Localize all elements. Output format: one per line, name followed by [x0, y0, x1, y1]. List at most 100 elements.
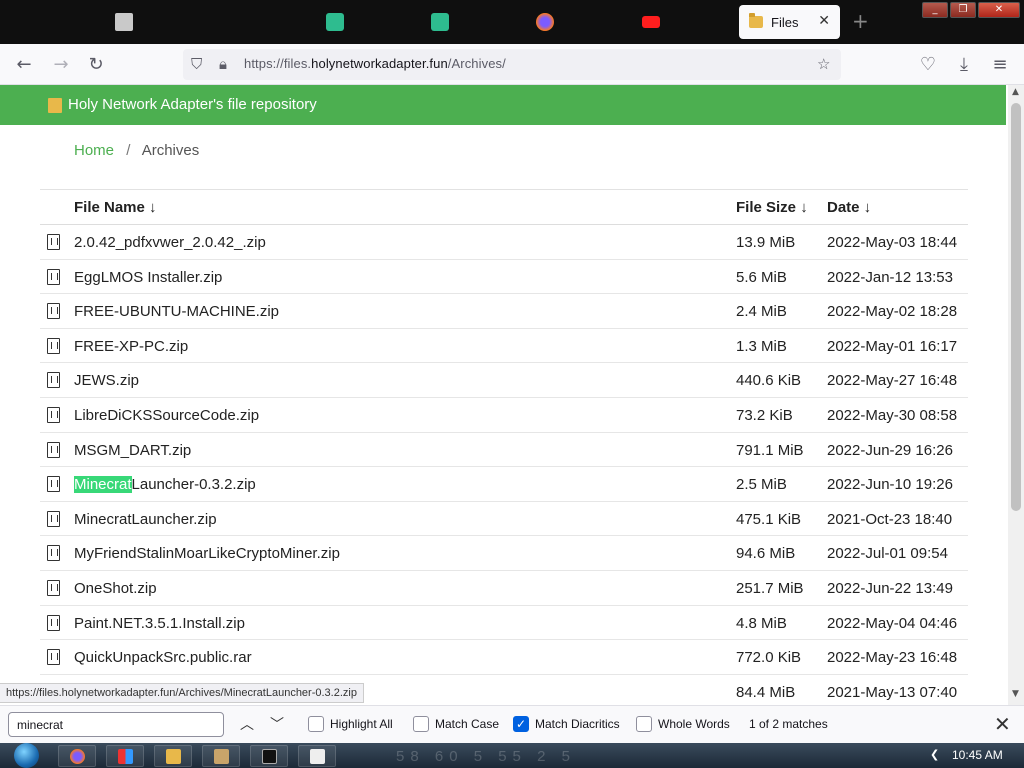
scroll-up-arrow[interactable]: ▲ [1012, 87, 1019, 97]
tray-expand-icon[interactable]: ❮ [930, 748, 939, 761]
file-icon [47, 406, 60, 423]
file-name-link[interactable]: QuickUnpackSrc.public.rar [74, 649, 252, 666]
file-name-link[interactable]: Paint.NET.3.5.1.Install.zip [74, 615, 245, 632]
column-file-name[interactable]: File Name ↓ [74, 199, 157, 216]
lock-icon[interactable]: 🔒︎ [219, 55, 227, 73]
match-case-label[interactable]: Match Case [435, 717, 499, 731]
maximize-button[interactable]: ❐ [950, 2, 976, 18]
close-icon[interactable]: ✕ [994, 712, 1011, 736]
file-date: 2022-May-27 16:48 [827, 372, 958, 390]
page-scrollbar[interactable]: ▲ ▼ [1008, 85, 1024, 705]
file-size: 791.1 MiB [736, 441, 804, 459]
breadcrumb-home-link[interactable]: Home [74, 142, 114, 159]
taskbar-explorer[interactable] [154, 745, 192, 767]
table-row[interactable]: MyFriendStalinMoarLikeCryptoMiner.zip 94.… [40, 536, 968, 571]
taskbar-cmd[interactable] [250, 745, 288, 767]
taskbar-security[interactable] [106, 745, 144, 767]
shield-icon[interactable]: ⛉ [191, 55, 202, 73]
url-bar[interactable]: ⛉ 🔒︎ https://files.holynetworkadapter.fu… [183, 49, 841, 80]
file-name-link[interactable]: EggLMOS Installer.zip [74, 269, 222, 286]
file-name-link[interactable]: OneShot.zip [74, 580, 157, 597]
file-name-link[interactable]: JEWS.zip [74, 372, 139, 389]
pocket-icon[interactable]: ♡ [917, 54, 939, 76]
file-name-link[interactable]: 2.0.42_pdfxvwer_2.0.42_.zip [74, 234, 266, 251]
scroll-thumb[interactable] [1011, 103, 1021, 511]
file-name-link[interactable]: MinecratLauncher.zip [74, 511, 217, 528]
table-row[interactable]: MSGM_DART.zip 791.1 MiB 2022-Jun-29 16:26 [40, 433, 968, 468]
file-name-link[interactable]: MinecratLauncher-0.3.2.zip [74, 476, 256, 494]
taskbar-archive[interactable] [202, 745, 240, 767]
tray-clock[interactable]: 10:45 AM [952, 748, 1003, 762]
match-diacritics-label[interactable]: Match Diacritics [535, 717, 620, 731]
table-row[interactable]: JEWS.zip 440.6 KiB 2022-May-27 16:48 [40, 363, 968, 398]
column-file-size[interactable]: File Size ↓ [736, 199, 808, 216]
file-icon [47, 372, 60, 389]
file-name-text: MSGM_DART.zip [74, 441, 192, 459]
folder-icon [48, 98, 62, 113]
highlight-all-checkbox[interactable] [308, 716, 324, 732]
table-row[interactable]: 2.0.42_pdfxvwer_2.0.42_.zip 13.9 MiB 2022-… [40, 225, 968, 260]
file-name-link[interactable]: FREE-UBUNTU-MACHINE.zip [74, 303, 279, 320]
find-next-button[interactable]: ﹀ [270, 714, 284, 734]
table-row[interactable]: LibreDiCKSSourceCode.zip 73.2 KiB 2022-May… [40, 398, 968, 433]
file-icon [47, 579, 60, 596]
table-row[interactable]: QuickUnpackSrc.public.rar 772.0 KiB 2022-M… [40, 640, 968, 675]
minimize-button[interactable]: _ [922, 2, 948, 18]
table-row[interactable]: EggLMOS Installer.zip 5.6 MiB 2022-Jan-12 … [40, 260, 968, 295]
file-size: 13.9 MiB [736, 234, 796, 251]
find-input[interactable] [8, 712, 224, 737]
app-tab-icon[interactable] [326, 13, 344, 31]
page-viewport: Holy Network Adapter's file repository H… [0, 85, 1008, 705]
file-table: File Name ↓ File Size ↓ Date ↓ 2.0.42_pd… [40, 189, 968, 705]
app-icon [310, 749, 325, 764]
file-icon [47, 476, 60, 493]
find-previous-button[interactable]: ︿ [240, 714, 254, 734]
file-name-link[interactable]: MyFriendStalinMoarLikeCryptoMiner.zip [74, 545, 340, 562]
close-window-button[interactable]: ✕ [978, 2, 1020, 18]
file-icon [47, 510, 60, 527]
url-text[interactable]: https://files.holynetworkadapter.fun/Arc… [244, 56, 506, 71]
column-date[interactable]: Date ↓ [827, 199, 871, 216]
scroll-down-arrow[interactable]: ▼ [1012, 689, 1019, 699]
find-bar: ︿ ﹀ Highlight All Match Case ✓ Match Dia… [0, 705, 1024, 743]
downloads-icon[interactable]: ⤓ [953, 54, 975, 76]
table-row[interactable]: FREE-XP-PC.zip 1.3 MiB 2022-May-01 16:17 [40, 329, 968, 364]
whole-words-checkbox[interactable] [636, 716, 652, 732]
file-size: 251.7 MiB [736, 579, 804, 597]
new-tab-button[interactable]: + [852, 11, 869, 31]
file-name-link[interactable]: MSGM_DART.zip [74, 442, 191, 459]
taskbar-app[interactable] [298, 745, 336, 767]
nav-toolbar: ← → ↻ ⛉ 🔒︎ https://files.holynetworkadap… [0, 44, 1024, 85]
match-diacritics-checkbox[interactable]: ✓ [513, 716, 529, 732]
reload-button[interactable]: ↻ [85, 54, 107, 76]
table-row[interactable]: FREE-UBUNTU-MACHINE.zip 2.4 MiB 2022-May-0… [40, 294, 968, 329]
close-tab-icon[interactable]: ✕ [818, 13, 830, 29]
windows-logo-icon [14, 743, 39, 768]
highlight-all-label[interactable]: Highlight All [330, 717, 393, 731]
app-tab-icon[interactable] [431, 13, 449, 31]
file-name-link[interactable]: LibreDiCKSSourceCode.zip [74, 407, 259, 424]
file-size: 2.5 MiB [736, 476, 787, 494]
menu-icon[interactable]: ≡ [989, 54, 1011, 76]
tab-files[interactable]: Files ✕ [739, 5, 840, 39]
file-name-text: EggLMOS Installer.zip [74, 268, 223, 286]
file-name-link[interactable]: FREE-XP-PC.zip [74, 338, 188, 355]
table-row[interactable]: OneShot.zip 251.7 MiB 2022-Jun-22 13:49 [40, 571, 968, 606]
java-icon[interactable] [115, 13, 133, 31]
back-button[interactable]: ← [13, 54, 35, 76]
bookmark-star-icon[interactable]: ☆ [817, 55, 830, 73]
table-row[interactable]: MinecratLauncher.zip 475.1 KiB 2021-Oct-23… [40, 502, 968, 537]
table-row[interactable]: MinecratLauncher-0.3.2.zip 2.5 MiB 2022-Ju… [40, 467, 968, 502]
file-date: 2021-Oct-23 18:40 [827, 510, 953, 528]
file-size: 5.6 MiB [736, 268, 787, 286]
youtube-tab-icon[interactable] [642, 16, 660, 28]
firefox-tab-icon[interactable] [536, 13, 554, 31]
file-size: 2.4 MiB [736, 303, 787, 321]
start-button[interactable] [8, 743, 46, 768]
forward-button[interactable]: → [50, 54, 72, 76]
whole-words-label[interactable]: Whole Words [658, 717, 730, 731]
match-case-checkbox[interactable] [413, 716, 429, 732]
taskbar-firefox[interactable] [58, 745, 96, 767]
file-name-text: 2.0.42_pdfxvwer_2.0.42_.zip [74, 234, 266, 251]
table-row[interactable]: Paint.NET.3.5.1.Install.zip 4.8 MiB 2022-M… [40, 606, 968, 641]
